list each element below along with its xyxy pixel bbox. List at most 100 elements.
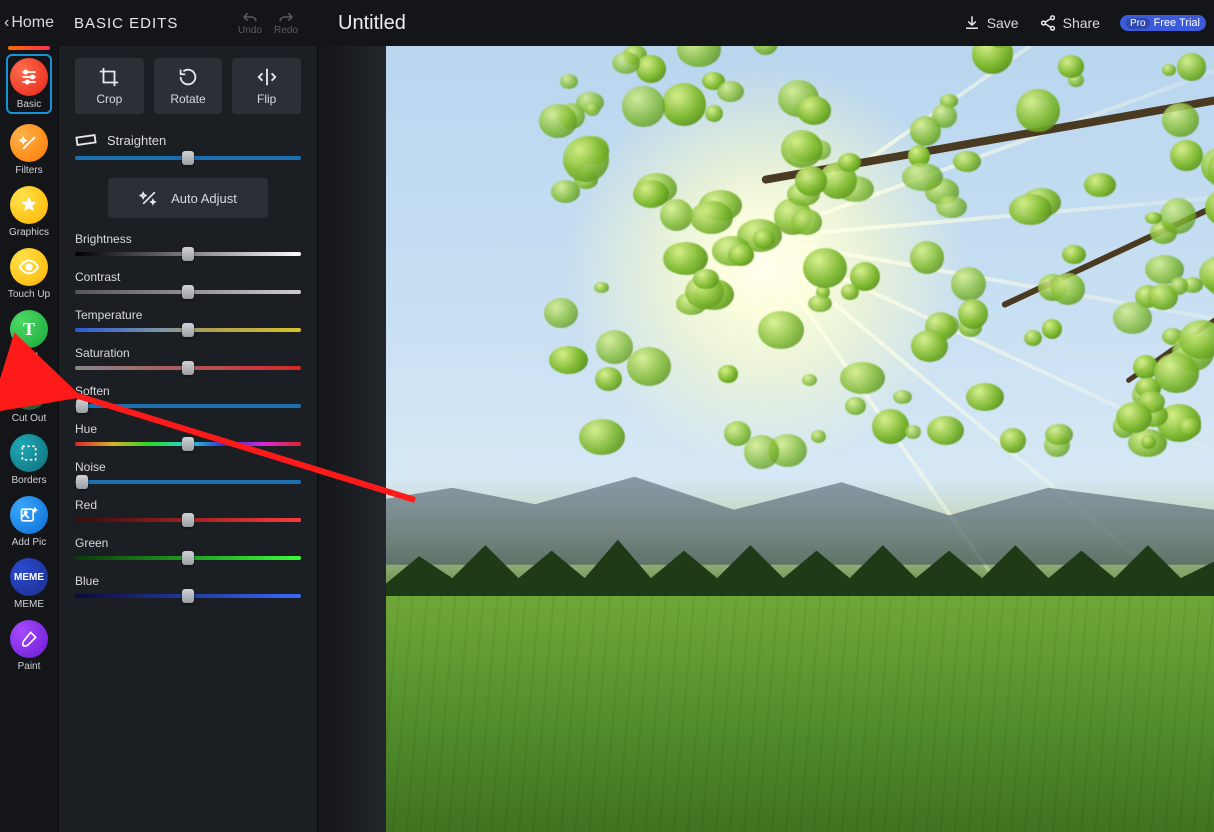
slider-track-contrast[interactable] [75, 290, 301, 294]
auto-adjust-label: Auto Adjust [171, 191, 237, 206]
flip-icon [256, 66, 278, 88]
slider-thumb[interactable] [182, 247, 194, 261]
rail-item-addpic[interactable]: Add Pic [6, 496, 52, 548]
rotate-icon [177, 66, 199, 88]
rail-label-cutout: Cut Out [12, 413, 46, 424]
slider-track-saturation[interactable] [75, 366, 301, 370]
redo-label: Redo [274, 25, 298, 36]
straighten-icon [75, 132, 97, 148]
slider-thumb[interactable] [182, 513, 194, 527]
rail-label-filters: Filters [15, 165, 42, 176]
editor-canvas[interactable] [386, 46, 1214, 832]
slider-label-red: Red [75, 498, 301, 512]
redo-button[interactable]: Redo [268, 10, 304, 36]
rail-label-touchup: Touch Up [8, 289, 50, 300]
share-label: Share [1063, 15, 1100, 31]
slider-saturation: Saturation [75, 346, 301, 370]
rail-item-basic[interactable]: Basic [6, 54, 52, 114]
panel-gutter [318, 46, 386, 832]
slider-thumb[interactable] [182, 551, 194, 565]
wand-sparkle-icon [139, 188, 159, 208]
rail-label-basic: Basic [17, 99, 41, 110]
sliders-icon [10, 58, 48, 96]
slider-track-green[interactable] [75, 556, 301, 560]
slider-label-temperature: Temperature [75, 308, 301, 322]
slider-contrast: Contrast [75, 270, 301, 294]
meme-icon: MEME [10, 558, 48, 596]
slider-thumb[interactable] [182, 589, 194, 603]
rail-label-addpic: Add Pic [12, 537, 46, 548]
document-title[interactable]: Untitled [338, 0, 406, 46]
slider-thumb[interactable] [182, 151, 194, 165]
slider-track-soften[interactable] [75, 404, 301, 408]
rail-item-graphics[interactable]: Graphics [6, 186, 52, 238]
eye-icon [10, 248, 48, 286]
slider-thumb[interactable] [182, 285, 194, 299]
rail-label-meme: MEME [14, 599, 44, 610]
basic-edits-panel: Crop Rotate Flip Straighten Auto Adjust … [58, 46, 318, 832]
slider-label-noise: Noise [75, 460, 301, 474]
straighten-slider[interactable] [75, 156, 301, 160]
redo-icon [277, 10, 295, 24]
chevron-left-icon: ‹ [4, 14, 9, 32]
rail-item-borders[interactable]: Borders [6, 434, 52, 486]
wand-icon [10, 124, 48, 162]
home-button[interactable]: ‹ Home [0, 0, 58, 46]
rail-item-paint[interactable]: Paint [6, 620, 52, 672]
frame-icon [10, 434, 48, 472]
straighten-label: Straighten [107, 133, 166, 148]
save-button[interactable]: Save [963, 14, 1019, 32]
rail-item-touchup[interactable]: Touch Up [6, 248, 52, 300]
rail-label-paint: Paint [18, 661, 41, 672]
share-button[interactable]: Share [1039, 14, 1100, 32]
pro-trial-badge[interactable]: Pro Free Trial [1120, 15, 1206, 31]
slider-track-blue[interactable] [75, 594, 301, 598]
crop-icon [98, 66, 120, 88]
slider-hue: Hue [75, 422, 301, 446]
slider-label-saturation: Saturation [75, 346, 301, 360]
slider-thumb[interactable] [182, 361, 194, 375]
undo-button[interactable]: Undo [232, 10, 268, 36]
slider-temperature: Temperature [75, 308, 301, 332]
rail-label-text: Text [20, 351, 38, 362]
slider-thumb[interactable] [76, 475, 88, 489]
slider-soften: Soften [75, 384, 301, 408]
slider-thumb[interactable] [76, 399, 88, 413]
share-icon [1039, 14, 1057, 32]
slider-blue: Blue [75, 574, 301, 598]
auto-adjust-button[interactable]: Auto Adjust [108, 178, 268, 218]
slider-thumb[interactable] [182, 437, 194, 451]
slider-track-brightness[interactable] [75, 252, 301, 256]
text-icon: T [10, 310, 48, 348]
rotate-label: Rotate [170, 92, 205, 106]
slider-label-hue: Hue [75, 422, 301, 436]
flip-label: Flip [257, 92, 276, 106]
rail-item-cutout[interactable]: Cut Out [6, 372, 52, 424]
rail-accent-strip [8, 46, 50, 50]
rail-item-filters[interactable]: Filters [6, 124, 52, 176]
slider-label-green: Green [75, 536, 301, 550]
download-icon [963, 14, 981, 32]
slider-noise: Noise [75, 460, 301, 484]
slider-label-contrast: Contrast [75, 270, 301, 284]
undo-icon [241, 10, 259, 24]
rotate-button[interactable]: Rotate [154, 58, 223, 114]
crop-button[interactable]: Crop [75, 58, 144, 114]
slider-track-noise[interactable] [75, 480, 301, 484]
slider-brightness: Brightness [75, 232, 301, 256]
rail-item-text[interactable]: T Text [6, 310, 52, 362]
slider-track-hue[interactable] [75, 442, 301, 446]
rail-item-meme[interactable]: MEME MEME [6, 558, 52, 610]
flip-button[interactable]: Flip [232, 58, 301, 114]
slider-thumb[interactable] [182, 323, 194, 337]
slider-red: Red [75, 498, 301, 522]
undo-label: Undo [238, 25, 262, 36]
slider-label-blue: Blue [75, 574, 301, 588]
slider-track-red[interactable] [75, 518, 301, 522]
top-bar: ‹ Home BASIC EDITS Undo Redo Untitled Sa… [0, 0, 1214, 46]
home-label: Home [11, 14, 54, 32]
slider-track-temperature[interactable] [75, 328, 301, 332]
pro-badge-label: Pro [1126, 18, 1150, 29]
rail-label-borders: Borders [11, 475, 46, 486]
crop-label: Crop [96, 92, 122, 106]
